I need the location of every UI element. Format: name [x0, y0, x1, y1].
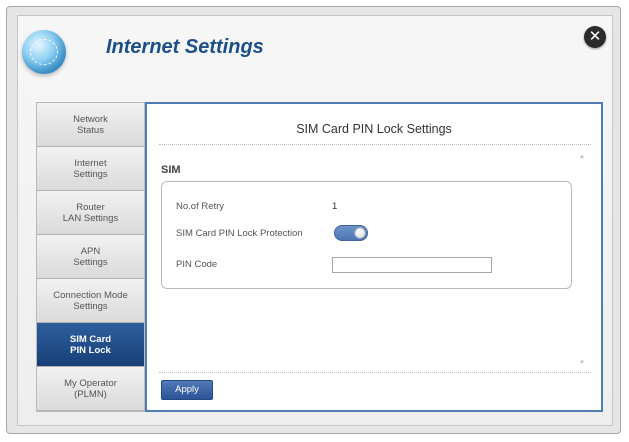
scroll-up-arrow-icon[interactable]: ▲ [579, 154, 585, 160]
scrollbar[interactable]: ▲ ▼ [577, 152, 587, 366]
pin-lock-protection-toggle[interactable] [334, 225, 368, 241]
sidebar-item-network-status[interactable]: Network Status [37, 103, 144, 147]
sidebar-item-apn-settings[interactable]: APN Settings [37, 235, 144, 279]
divider [159, 372, 591, 373]
globe-icon [22, 30, 66, 74]
settings-panel: SIM Card PIN Lock Settings SIM ▲ ▼ No.of… [145, 102, 603, 412]
sim-settings-group: No.of Retry 1 SIM Card PIN Lock Protecti… [161, 181, 572, 289]
pin-lock-protection-label: SIM Card PIN Lock Protection [176, 228, 303, 239]
toggle-knob [354, 227, 366, 239]
retry-count-label: No.of Retry [176, 201, 225, 212]
sidebar-item-my-operator-plmn[interactable]: My Operator (PLMN) [37, 367, 144, 411]
sidebar-item-router-lan-settings[interactable]: Router LAN Settings [37, 191, 144, 235]
retry-count-value: 1 [332, 201, 338, 212]
sidebar-item-sim-card-pin-lock[interactable]: SIM Card PIN Lock [37, 323, 144, 367]
close-icon[interactable]: ✕ [584, 26, 606, 48]
divider [159, 144, 591, 145]
page-title: Internet Settings [106, 36, 264, 58]
pin-code-input[interactable] [332, 257, 492, 273]
pin-code-label: PIN Code [176, 259, 218, 270]
sidebar-item-connection-mode-settings[interactable]: Connection Mode Settings [37, 279, 144, 323]
panel-title: SIM Card PIN Lock Settings [296, 122, 452, 136]
sidebar-item-internet-settings[interactable]: Internet Settings [37, 147, 144, 191]
section-label-sim: SIM [161, 164, 181, 176]
apply-button[interactable]: Apply [161, 380, 213, 400]
sidebar: Network Status Internet Settings Router … [36, 102, 145, 412]
scroll-down-arrow-icon[interactable]: ▼ [579, 360, 585, 366]
